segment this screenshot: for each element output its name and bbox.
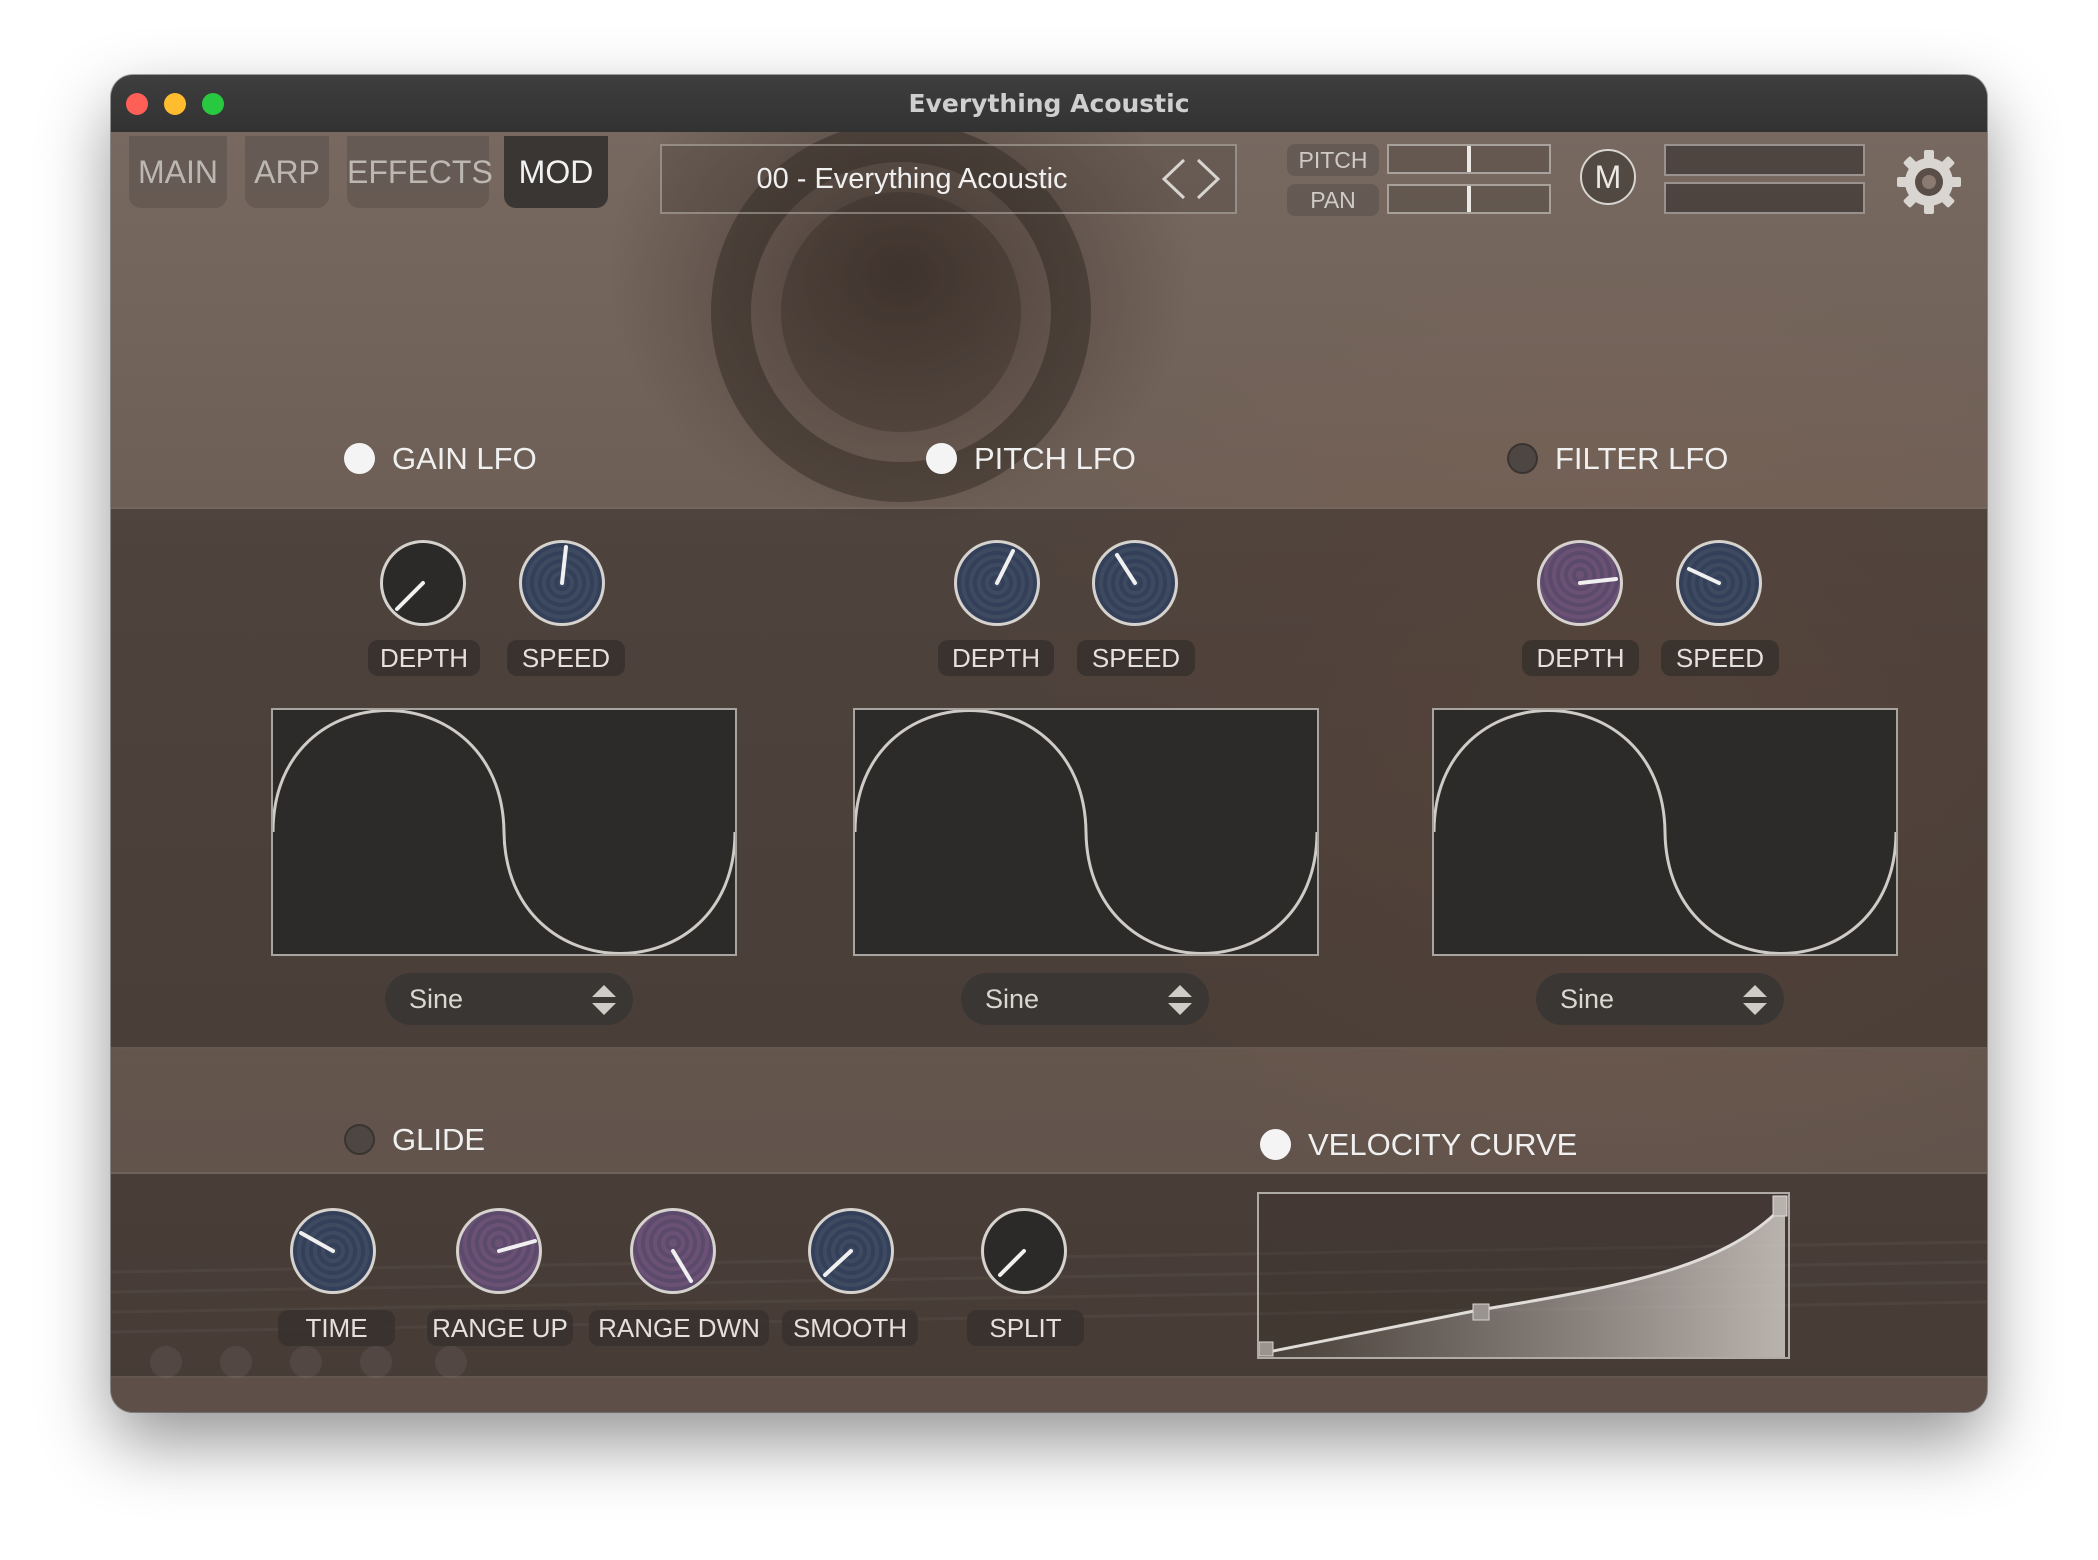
filter-lfo-depth-label: DEPTH: [1522, 640, 1639, 676]
filter-lfo-waveform-select[interactable]: Sine: [1536, 973, 1784, 1025]
pan-slider-thumb[interactable]: [1467, 186, 1471, 212]
pitch-lfo-speed-label: SPEED: [1077, 640, 1195, 676]
preset-selector[interactable]: 00 - Everything Acoustic: [660, 144, 1237, 214]
gain-lfo-toggle[interactable]: [344, 443, 375, 474]
tab-main[interactable]: MAIN: [129, 136, 227, 208]
pitch-slider-thumb[interactable]: [1467, 146, 1471, 172]
gear-icon[interactable]: [1895, 148, 1963, 216]
up-down-arrows-icon: [592, 985, 616, 1015]
pitch-lfo-speed-knob[interactable]: [1092, 540, 1178, 626]
up-down-arrows-icon: [1168, 985, 1192, 1015]
up-down-arrows-icon: [1743, 985, 1767, 1015]
gain-lfo-speed-knob[interactable]: [519, 540, 605, 626]
glide-title: GLIDE: [392, 1122, 486, 1157]
pitch-lfo-waveform-display: [853, 708, 1319, 956]
gain-lfo-waveform-value: Sine: [409, 984, 464, 1014]
chevron-right-icon[interactable]: [1194, 156, 1222, 202]
level-meter-left: [1664, 144, 1865, 176]
velocity-curve-toggle[interactable]: [1260, 1129, 1291, 1160]
glide-smooth-label: SMOOTH: [782, 1310, 918, 1346]
filter-lfo-depth-knob[interactable]: [1537, 540, 1623, 626]
window-title: Everything Acoustic: [908, 89, 1190, 118]
velocity-curve-header[interactable]: VELOCITY CURVE: [1260, 1125, 1620, 1165]
pitch-slider[interactable]: [1387, 144, 1551, 174]
pitch-lfo-title: PITCH LFO: [974, 441, 1136, 476]
filter-lfo-waveform-display: [1432, 708, 1898, 956]
pitch-lfo-waveform-select[interactable]: Sine: [961, 973, 1209, 1025]
glide-range-up-knob[interactable]: [456, 1208, 542, 1294]
glide-range-up-label: RANGE UP: [427, 1310, 573, 1346]
gain-lfo-depth-label: DEPTH: [368, 640, 480, 676]
velocity-curve-mid-handle[interactable]: [1472, 1303, 1490, 1321]
pitch-lfo-depth-knob[interactable]: [954, 540, 1040, 626]
gain-lfo-waveform-select[interactable]: Sine: [385, 973, 633, 1025]
preset-name: 00 - Everything Acoustic: [756, 163, 1068, 195]
pitch-lfo-depth-label: DEPTH: [938, 640, 1054, 676]
gain-lfo-speed-label: SPEED: [507, 640, 625, 676]
pitch-lfo-waveform-value: Sine: [985, 984, 1040, 1014]
filter-lfo-waveform-value: Sine: [1560, 984, 1615, 1014]
filter-lfo-speed-label: SPEED: [1661, 640, 1779, 676]
m-button[interactable]: M: [1580, 149, 1636, 205]
title-bar[interactable]: Everything Acoustic: [111, 75, 1987, 133]
glide-range-down-label: RANGE DWN: [589, 1310, 769, 1346]
pitch-lfo-header[interactable]: PITCH LFO: [926, 439, 1186, 479]
filter-lfo-title: FILTER LFO: [1555, 441, 1729, 476]
tab-effects[interactable]: EFFECTS: [347, 136, 493, 208]
tab-mod[interactable]: MOD: [504, 136, 608, 208]
filter-lfo-header[interactable]: FILTER LFO: [1507, 439, 1767, 479]
pitch-lfo-toggle[interactable]: [926, 443, 957, 474]
plugin-content: MAIN ARP EFFECTS MOD 00 - Everything Aco…: [111, 132, 1987, 1412]
velocity-curve-editor[interactable]: [1257, 1192, 1790, 1359]
pan-label: PAN: [1287, 184, 1379, 216]
chevron-left-icon[interactable]: [1160, 156, 1188, 202]
tab-arp[interactable]: ARP: [245, 136, 329, 208]
glide-split-label: SPLIT: [967, 1310, 1084, 1346]
gain-lfo-waveform-display: [271, 708, 737, 956]
glide-split-knob[interactable]: [981, 1208, 1067, 1294]
glide-time-label: TIME: [278, 1310, 395, 1346]
filter-lfo-speed-knob[interactable]: [1676, 540, 1762, 626]
glide-smooth-knob[interactable]: [808, 1208, 894, 1294]
velocity-curve-graph[interactable]: [1259, 1194, 1788, 1357]
glide-range-down-knob[interactable]: [630, 1208, 716, 1294]
gain-lfo-depth-knob[interactable]: [380, 540, 466, 626]
gain-lfo-title: GAIN LFO: [392, 441, 537, 476]
level-meter-right: [1664, 182, 1865, 214]
velocity-curve-title: VELOCITY CURVE: [1308, 1127, 1578, 1162]
plugin-window: Everything Acoustic MAIN ARP EFFECTS MOD: [111, 75, 1987, 1412]
pitch-label: PITCH: [1287, 144, 1379, 176]
velocity-curve-start-handle[interactable]: [1259, 1341, 1274, 1357]
velocity-curve-end-handle[interactable]: [1772, 1195, 1788, 1217]
glide-header[interactable]: GLIDE: [344, 1120, 544, 1160]
glide-toggle[interactable]: [344, 1124, 375, 1155]
pan-slider[interactable]: [1387, 184, 1551, 214]
glide-time-knob[interactable]: [290, 1208, 376, 1294]
gain-lfo-header[interactable]: GAIN LFO: [344, 439, 604, 479]
filter-lfo-toggle[interactable]: [1507, 443, 1538, 474]
